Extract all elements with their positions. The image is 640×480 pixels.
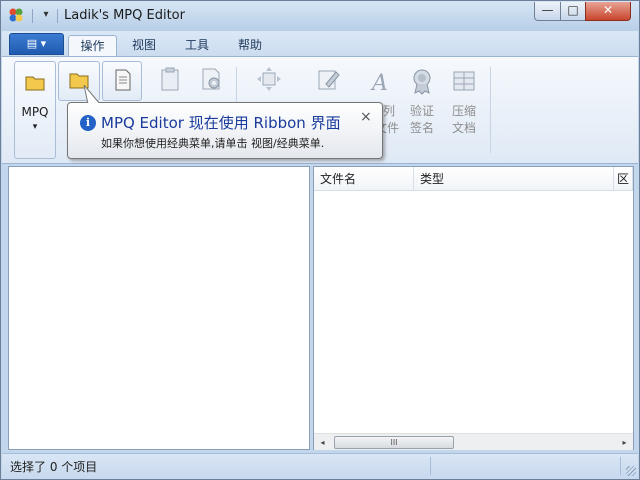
horizontal-scrollbar[interactable]: ◂ III ▸	[314, 433, 633, 450]
resize-grip-icon[interactable]	[626, 466, 636, 476]
document-icon	[115, 69, 131, 91]
status-bar: 选择了 0 个项目	[2, 453, 638, 479]
main-window: ▾ Ladik's MPQ Editor — □ ✕ ▤ ▾ 操作 视图 工具 …	[0, 0, 640, 480]
scroll-left-arrow-icon[interactable]: ◂	[314, 434, 331, 451]
application-menu-button[interactable]: ▤ ▾	[9, 33, 64, 55]
certificate-icon	[413, 69, 431, 95]
maximize-button[interactable]: □	[560, 2, 586, 21]
edit-button[interactable]	[308, 61, 348, 101]
scroll-thumb[interactable]: III	[334, 436, 454, 449]
extract-button[interactable]	[248, 61, 290, 101]
dropdown-arrow-icon: ▾	[32, 122, 38, 132]
verify-signature-label-1: 验证	[409, 104, 434, 118]
content-area: 文件名 类型 区 ◂ III ▸	[7, 165, 634, 451]
clipboard-icon	[161, 67, 179, 91]
column-header-filename[interactable]: 文件名	[314, 167, 414, 191]
tab-tools[interactable]: 工具	[175, 35, 219, 57]
compress-icon	[453, 71, 475, 91]
mpq-label: MPQ	[21, 105, 49, 119]
tooltip-pointer	[83, 85, 102, 105]
column-header-area[interactable]: 区	[614, 167, 633, 191]
ribbon-tab-row: ▤ ▾ 操作 视图 工具 帮助	[2, 31, 638, 57]
verify-signature-label-2: 签名	[409, 121, 434, 135]
tooltip-close-button[interactable]: ×	[360, 109, 372, 125]
qat-separator	[32, 9, 33, 23]
qat-customize-button[interactable]: ▾	[38, 7, 54, 23]
move-arrows-icon	[257, 67, 281, 91]
compact-archive-button[interactable]: 压缩 文档	[445, 61, 483, 159]
close-button[interactable]: ✕	[585, 2, 631, 21]
ribbon-intro-tooltip: i MPQ Editor 现在使用 Ribbon 界面 如果你想使用经典菜单,请…	[67, 85, 383, 159]
column-header-type[interactable]: 类型	[414, 167, 614, 191]
title-separator	[57, 9, 58, 23]
window-title: Ladik's MPQ Editor	[64, 8, 185, 23]
archive-tree-pane[interactable]	[8, 166, 310, 450]
new-document-button[interactable]	[102, 61, 142, 101]
app-icon[interactable]	[8, 7, 24, 23]
folder-icon	[25, 76, 45, 91]
file-list-header: 文件名 类型 区	[314, 167, 633, 191]
font-a-icon: A	[370, 71, 388, 95]
status-divider	[620, 457, 621, 475]
scroll-right-arrow-icon[interactable]: ▸	[616, 434, 633, 451]
tab-operations[interactable]: 操作	[68, 35, 117, 57]
info-icon: i	[80, 115, 96, 131]
verify-signature-button[interactable]: 验证 签名	[403, 61, 441, 159]
title-bar[interactable]: ▾ Ladik's MPQ Editor — □ ✕	[1, 1, 639, 31]
file-list-pane[interactable]: 文件名 类型 区 ◂ III ▸	[313, 166, 634, 450]
minimize-button[interactable]: —	[534, 2, 561, 21]
tab-help[interactable]: 帮助	[228, 35, 272, 57]
tooltip-body: 如果你想使用经典菜单,请单击 视图/经典菜单.	[101, 137, 325, 150]
status-text: 选择了 0 个项目	[10, 460, 98, 474]
status-divider	[430, 457, 431, 475]
tab-view[interactable]: 视图	[122, 35, 166, 57]
ribbon-separator	[490, 67, 491, 153]
add-file-button[interactable]	[152, 61, 188, 101]
compact-label-1: 压缩	[451, 104, 476, 118]
settings-file-button[interactable]	[193, 61, 229, 101]
gear-document-icon	[202, 68, 220, 90]
tooltip-title: MPQ Editor 现在使用 Ribbon 界面	[101, 114, 341, 132]
compact-label-2: 文档	[451, 121, 476, 135]
svg-text:A: A	[370, 71, 388, 95]
mpq-menu-button[interactable]: MPQ ▾	[14, 61, 56, 159]
pencil-document-icon	[318, 70, 340, 90]
